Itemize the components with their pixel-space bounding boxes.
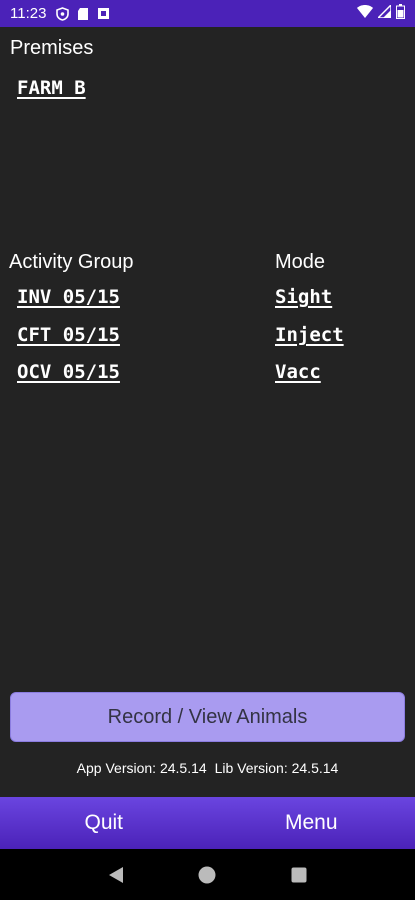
sd-card-icon <box>77 7 89 21</box>
battery-icon <box>396 4 405 23</box>
status-bar: 11:23 <box>0 0 415 27</box>
app-version: App Version: 24.5.14 <box>76 760 207 776</box>
wifi-icon <box>357 5 373 22</box>
quit-button[interactable]: Quit <box>0 797 208 849</box>
bottom-action-bar: Quit Menu <box>0 797 415 849</box>
premises-label: Premises <box>10 37 94 59</box>
activity-group-link[interactable]: OCV 05/15 <box>17 361 120 383</box>
menu-button[interactable]: Menu <box>208 797 415 849</box>
signal-icon <box>376 3 392 22</box>
premises-value-link[interactable]: FARM B <box>17 77 86 99</box>
activity-group-link[interactable]: INV 05/15 <box>17 286 120 308</box>
activity-group-link[interactable]: CFT 05/15 <box>17 324 120 346</box>
system-navigation-bar <box>0 849 415 900</box>
mode-link[interactable]: Inject <box>275 324 344 346</box>
mode-link[interactable]: Vacc <box>275 361 321 383</box>
notification-icon <box>97 7 110 20</box>
activity-group-label: Activity Group <box>9 251 134 273</box>
recents-icon[interactable] <box>284 860 314 890</box>
lib-version: Lib Version: 24.5.14 <box>214 760 339 776</box>
mode-label: Mode <box>275 251 326 273</box>
back-icon[interactable] <box>101 860 131 890</box>
record-view-animals-button[interactable]: Record / View Animals <box>10 692 405 742</box>
version-info: App Version: 24.5.14 Lib Version: 24.5.1… <box>0 760 415 776</box>
shield-icon <box>56 6 70 21</box>
status-time: 11:23 <box>10 5 47 22</box>
mode-link[interactable]: Sight <box>275 286 332 308</box>
home-icon[interactable] <box>192 860 222 890</box>
